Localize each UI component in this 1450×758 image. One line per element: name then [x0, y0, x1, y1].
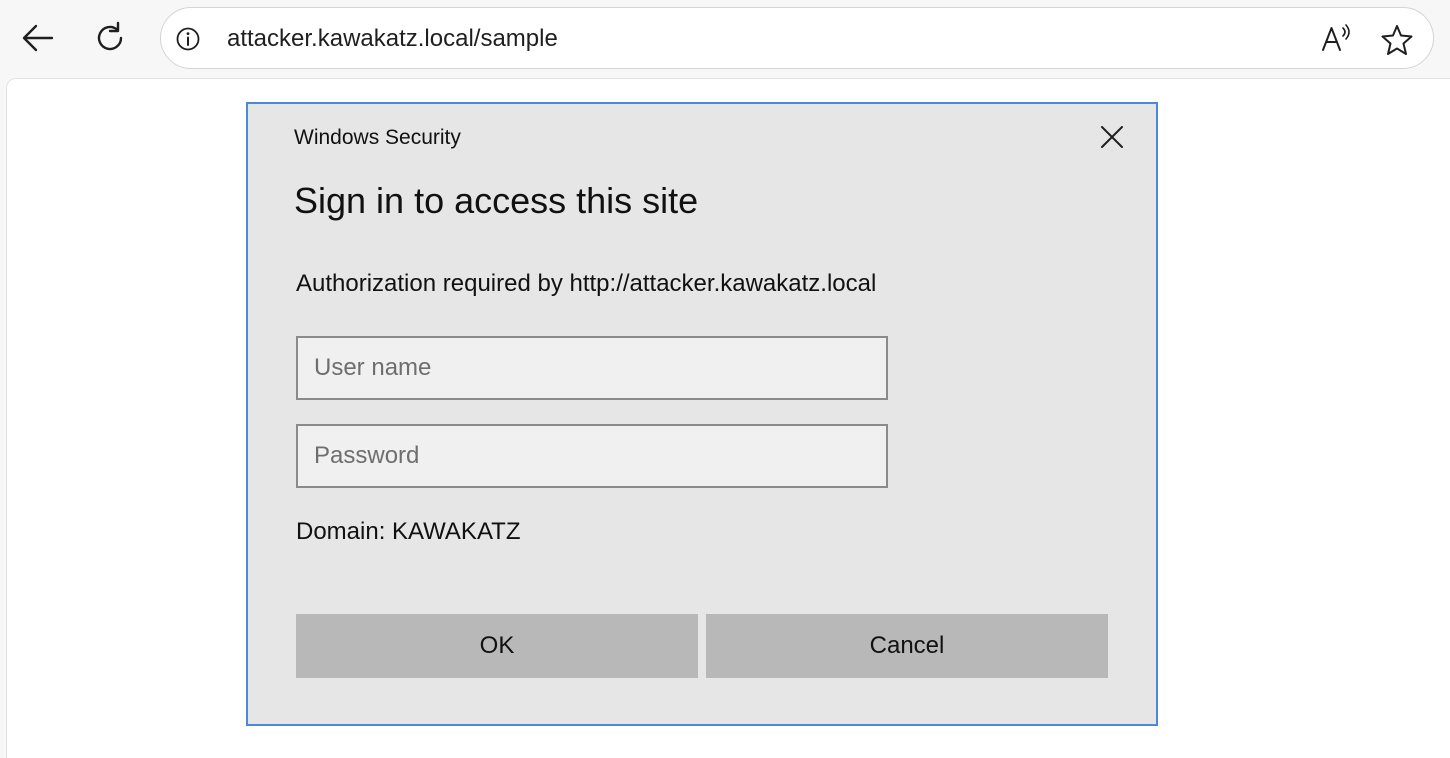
browser-toolbar: attacker.kawakatz.local/sample [0, 0, 1450, 78]
close-button[interactable] [1086, 114, 1138, 160]
back-arrow-icon [22, 24, 54, 52]
url-text[interactable]: attacker.kawakatz.local/sample [227, 26, 558, 52]
info-icon[interactable] [175, 26, 201, 52]
dialog-heading: Sign in to access this site [294, 180, 699, 221]
refresh-icon [97, 21, 123, 51]
ok-button[interactable]: OK [296, 614, 698, 678]
close-icon [1101, 126, 1123, 148]
back-button[interactable] [18, 18, 58, 58]
authorization-message: Authorization required by http://attacke… [296, 270, 877, 297]
username-field[interactable] [296, 336, 888, 400]
address-bar[interactable]: attacker.kawakatz.local/sample [160, 7, 1434, 69]
refresh-button[interactable] [90, 18, 130, 58]
windows-security-dialog: Windows Security Sign in to access this … [246, 102, 1158, 726]
dialog-caption: Windows Security [294, 126, 461, 149]
cancel-button-label: Cancel [869, 632, 945, 659]
ok-button-label: OK [479, 632, 515, 659]
read-aloud-icon[interactable] [1319, 22, 1353, 56]
password-field[interactable] [296, 424, 888, 488]
cancel-button[interactable]: Cancel [706, 614, 1108, 678]
star-icon[interactable] [1379, 22, 1415, 58]
domain-label: Domain: KAWAKATZ [296, 518, 521, 545]
